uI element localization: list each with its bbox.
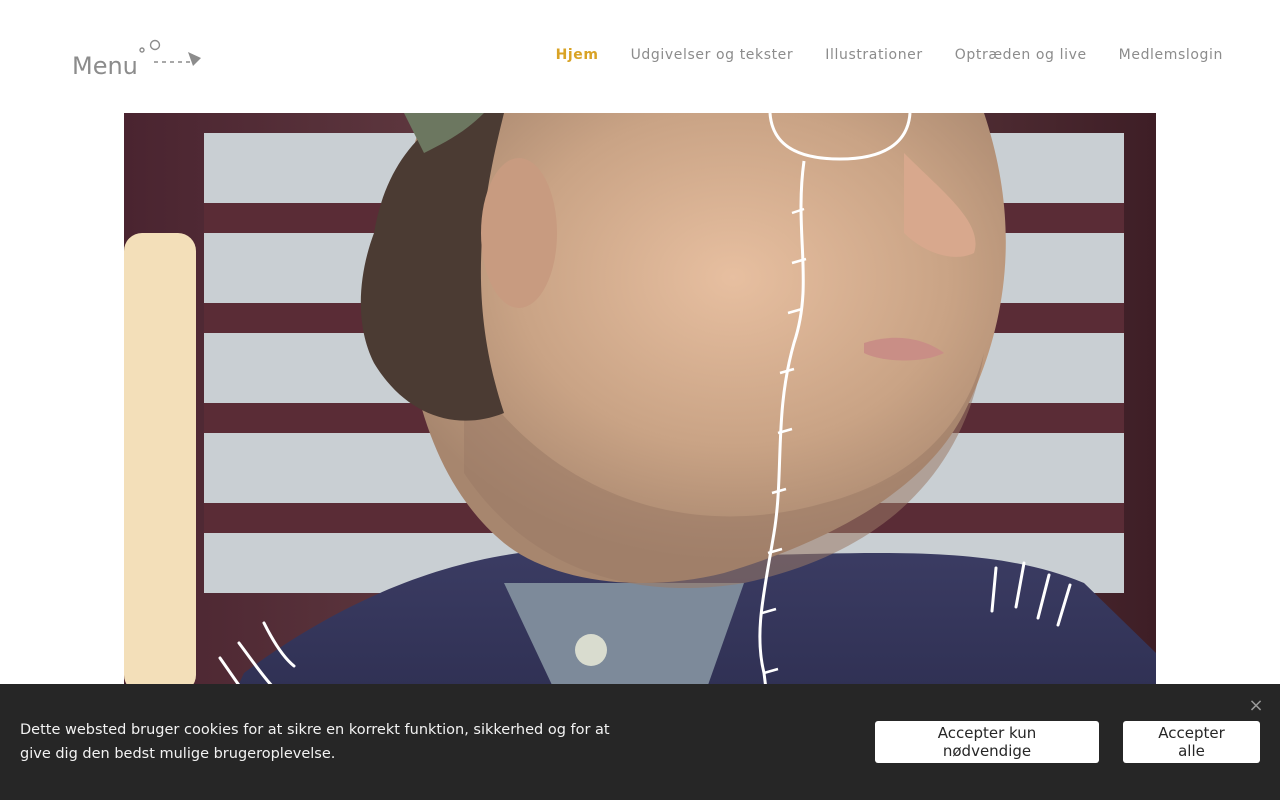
nav-item-optraeden[interactable]: Optræden og live [955, 44, 1087, 66]
nav-item-medlemslogin[interactable]: Medlemslogin [1119, 44, 1223, 66]
nav-item-udgivelser[interactable]: Udgivelser og tekster [631, 44, 794, 66]
cookie-banner: Dette websted bruger cookies for at sikr… [0, 684, 1280, 800]
site-header: Menu Hjem Udgivelser og tekster Illustra… [0, 0, 1280, 113]
main-nav: Hjem Udgivelser og tekster Illustratione… [556, 44, 1223, 66]
close-icon[interactable]: × [1248, 697, 1264, 715]
cookie-text: Dette websted bruger cookies for at sikr… [20, 722, 610, 762]
accept-all-button[interactable]: Accepter alle [1123, 721, 1260, 763]
nav-item-hjem[interactable]: Hjem [556, 44, 599, 66]
nav-item-illustrationer[interactable]: Illustrationer [825, 44, 923, 66]
menu-logo[interactable]: Menu [72, 36, 204, 80]
logo-text: Menu [72, 52, 138, 80]
accept-necessary-button[interactable]: Accepter kun nødvendige [875, 721, 1099, 763]
arrow-icon [188, 52, 201, 66]
